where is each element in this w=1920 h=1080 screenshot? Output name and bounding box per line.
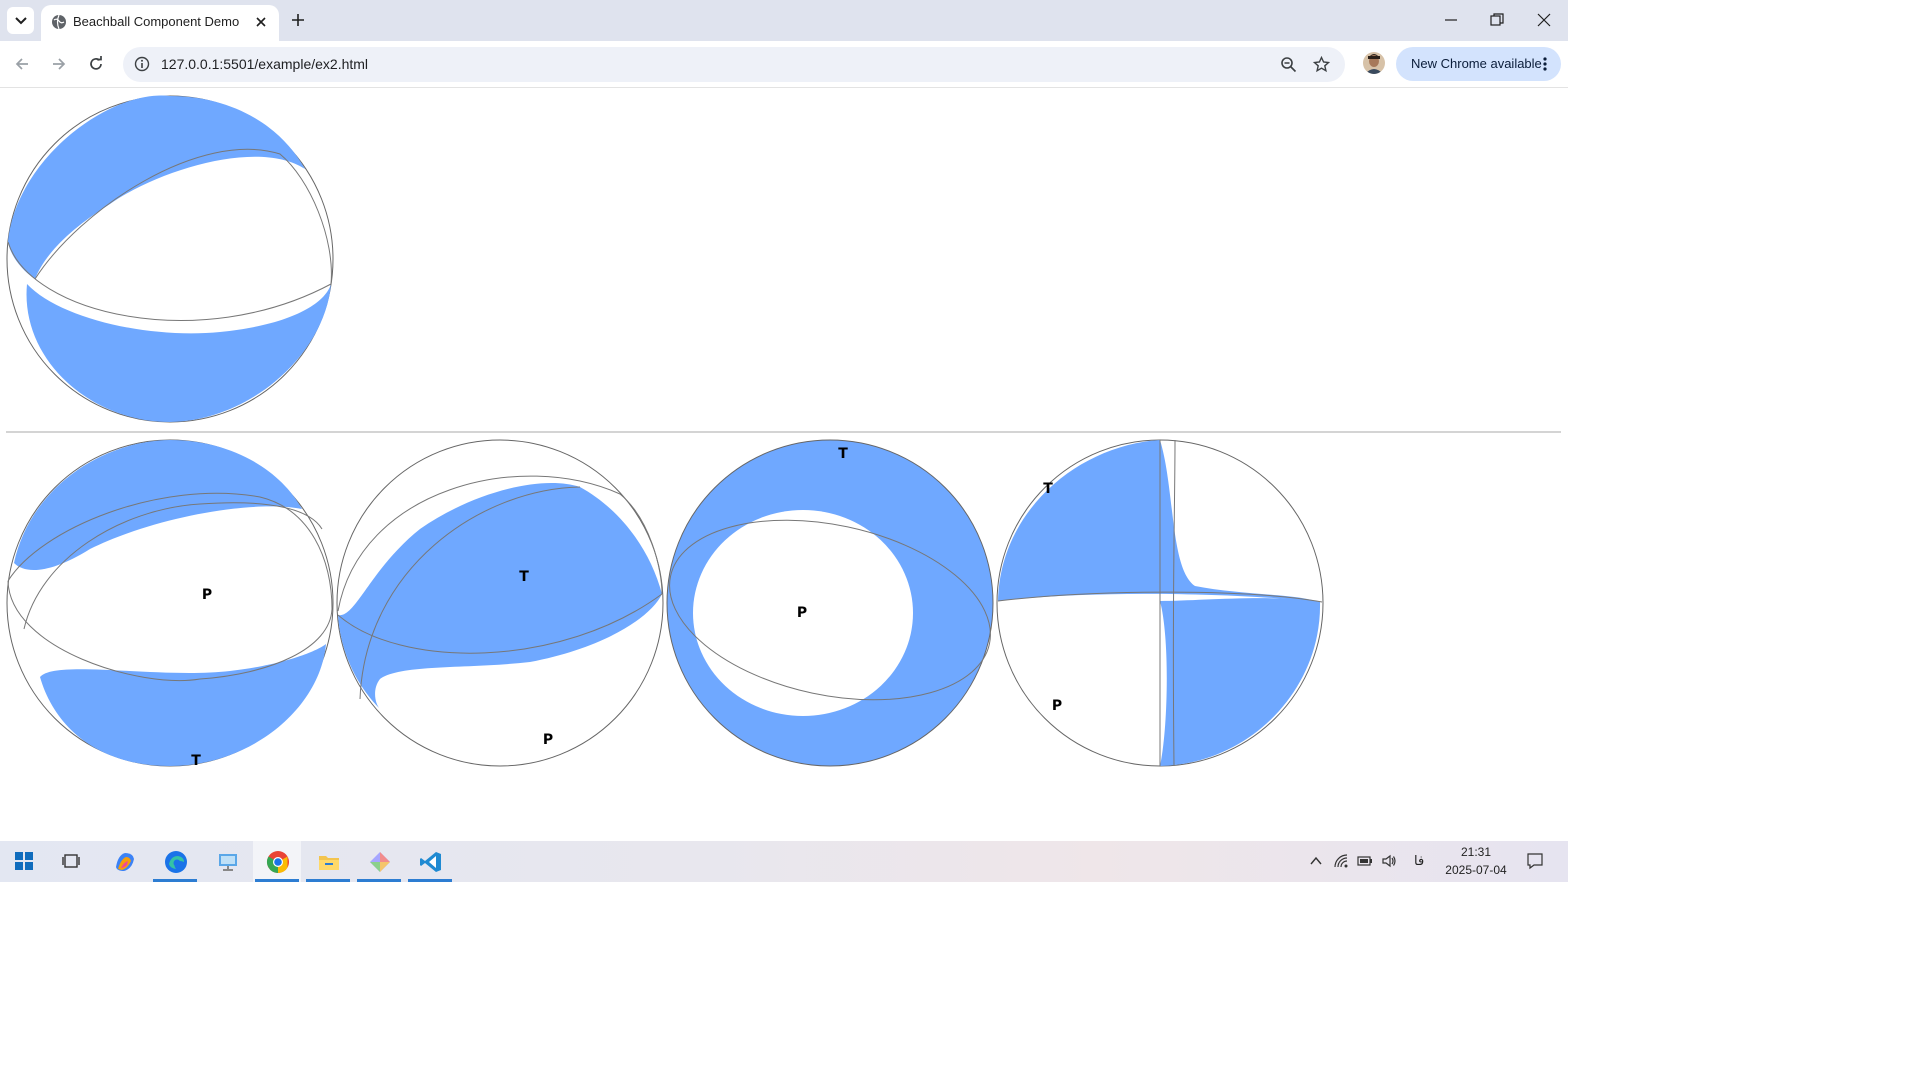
profile-avatar[interactable]: [1363, 52, 1385, 74]
running-indicator: [153, 879, 197, 882]
tab-title: Beachball Component Demo: [73, 14, 240, 29]
beachball-top: [6, 95, 334, 423]
p-axis-label: P: [797, 605, 807, 621]
profile-avatar-icon: [1363, 52, 1385, 74]
file-explorer-button[interactable]: [304, 841, 352, 882]
site-info-icon[interactable]: [134, 56, 150, 72]
t-axis-label: T: [838, 446, 848, 462]
edge-icon: [165, 851, 187, 873]
running-indicator: [357, 879, 401, 882]
back-arrow-icon[interactable]: [13, 55, 31, 73]
forward-arrow-icon[interactable]: [50, 55, 68, 73]
running-indicator: [306, 879, 350, 882]
t-axis-label: T: [519, 569, 529, 585]
copilot-icon: [116, 853, 134, 871]
p-axis-label: P: [1052, 698, 1062, 714]
minimize-icon[interactable]: [1442, 11, 1460, 29]
browser-toolbar: 127.0.0.1:5501/example/ex2.html New Chro…: [0, 41, 1568, 88]
close-window-icon[interactable]: [1535, 11, 1553, 29]
battery-icon[interactable]: [1357, 853, 1373, 869]
globe-icon: [52, 14, 66, 30]
folder-icon: [319, 856, 339, 870]
git-app-button[interactable]: [355, 841, 403, 882]
chevron-down-icon: [14, 16, 27, 24]
address-bar[interactable]: 127.0.0.1:5501/example/ex2.html: [123, 47, 1345, 82]
windows-logo-icon: [15, 852, 33, 870]
beachball-2: T P: [336, 439, 664, 767]
chrome-icon: [267, 851, 289, 873]
remote-desktop-button[interactable]: [203, 841, 251, 882]
tab-search-button[interactable]: [7, 7, 34, 34]
chrome-update-label: New Chrome available: [1411, 56, 1542, 71]
tab-strip: Beachball Component Demo: [0, 0, 1568, 41]
task-view-button[interactable]: [48, 841, 96, 882]
tab-active[interactable]: Beachball Component Demo: [41, 5, 279, 41]
taskbar: فا 21:31 2025-07-04: [0, 841, 1568, 882]
more-vert-icon[interactable]: [1538, 56, 1552, 72]
notification-icon[interactable]: [1526, 852, 1544, 870]
running-indicator: [408, 879, 452, 882]
page-content: P T T P T P T P: [0, 89, 1568, 841]
p-axis-label: P: [202, 587, 212, 603]
new-tab-plus-icon[interactable]: [288, 10, 308, 30]
volume-icon[interactable]: [1381, 853, 1397, 869]
close-icon[interactable]: [253, 14, 269, 30]
bookmark-star-icon[interactable]: [1313, 56, 1330, 73]
copilot-button[interactable]: [100, 841, 148, 882]
reload-icon[interactable]: [87, 55, 105, 73]
url-text[interactable]: 127.0.0.1:5501/example/ex2.html: [161, 56, 368, 72]
input-language[interactable]: فا: [1414, 853, 1424, 869]
restore-icon[interactable]: [1488, 11, 1506, 29]
edge-button[interactable]: [151, 841, 199, 882]
chrome-update-button[interactable]: New Chrome available: [1396, 47, 1561, 81]
clock-date[interactable]: 2025-07-04: [1440, 863, 1512, 877]
zoom-icon[interactable]: [1280, 56, 1297, 73]
beachball-canvas: P T T P T P T P: [6, 95, 1561, 769]
start-button[interactable]: [0, 841, 48, 882]
task-view-icon: [62, 854, 80, 868]
beachball-1: P T: [6, 439, 334, 769]
running-indicator: [255, 879, 299, 882]
vscode-button[interactable]: [406, 841, 454, 882]
chevron-up-icon[interactable]: [1308, 853, 1324, 869]
chrome-button[interactable]: [253, 841, 301, 882]
p-axis-label: P: [543, 732, 553, 748]
git-app-icon: [370, 852, 390, 872]
network-icon[interactable]: [1333, 853, 1349, 869]
clock-time[interactable]: 21:31: [1440, 845, 1512, 859]
t-axis-label: T: [191, 753, 201, 769]
remote-desktop-icon: [219, 854, 237, 871]
beachball-3: T P: [666, 439, 994, 767]
beachball-4: T P: [996, 439, 1324, 767]
t-axis-label: T: [1043, 481, 1053, 497]
vscode-icon: [420, 852, 441, 872]
